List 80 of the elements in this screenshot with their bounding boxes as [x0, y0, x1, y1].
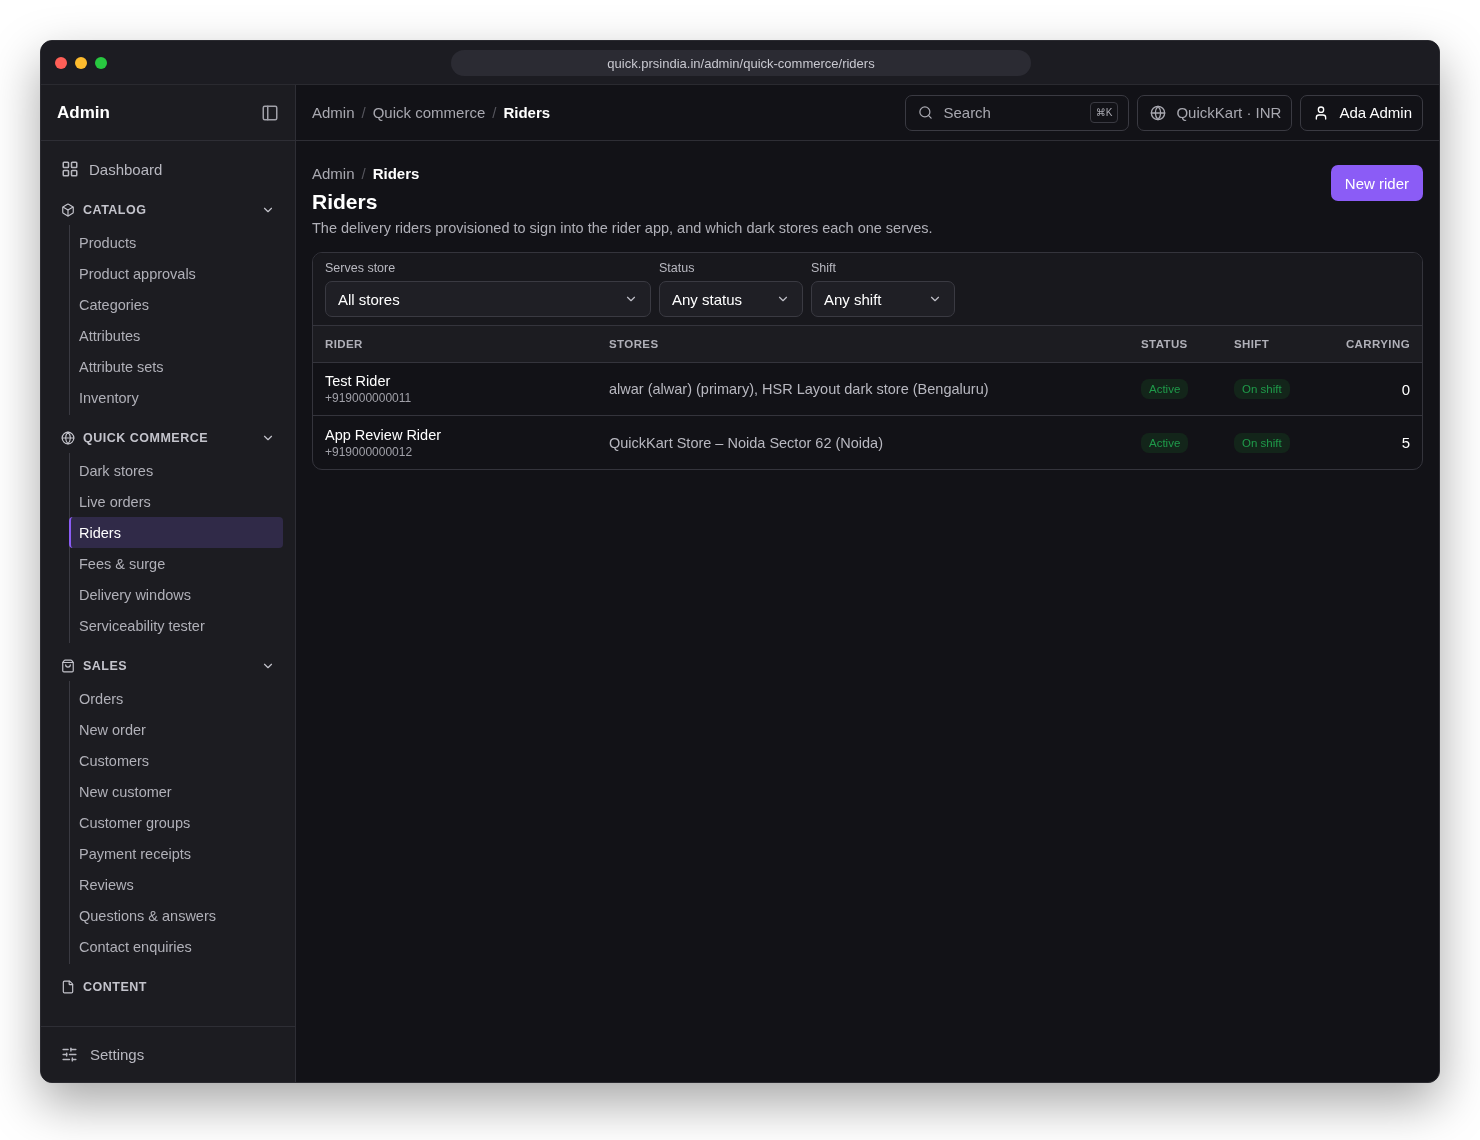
maximize-icon[interactable]	[95, 56, 107, 69]
nav-item[interactable]: Fees & surge	[69, 548, 283, 579]
box-icon	[61, 203, 75, 217]
nav-section-header[interactable]: CATALOG	[53, 195, 283, 225]
nav-item[interactable]: Product approvals	[69, 258, 283, 289]
nav-item[interactable]: Serviceability tester	[69, 610, 283, 641]
settings-icon	[61, 1046, 78, 1063]
user-menu[interactable]: Ada Admin	[1300, 94, 1423, 131]
nav-item[interactable]: Delivery windows	[69, 579, 283, 610]
shortcut-hint: ⌘K	[1089, 102, 1119, 123]
new-rider-button[interactable]: New rider	[1330, 165, 1423, 201]
bag-icon	[61, 659, 75, 673]
sidebar-toggle-icon[interactable]	[261, 103, 279, 122]
column-header: SHIFT	[1222, 326, 1342, 363]
nav-item[interactable]: New customer	[69, 776, 283, 807]
store-switcher[interactable]: QuickKart · INR	[1137, 94, 1293, 131]
globe-icon	[61, 431, 75, 445]
settings-link[interactable]: Settings	[41, 1026, 295, 1082]
filter-label: Serves store	[325, 261, 397, 275]
sidebar-title: Admin	[57, 102, 110, 123]
rider-name[interactable]: Test Rider	[325, 373, 391, 389]
breadcrumb-link[interactable]: Riders	[372, 165, 420, 182]
rider-name[interactable]: App Review Rider	[325, 426, 442, 443]
breadcrumb-link[interactable]: Admin	[312, 104, 355, 121]
breadcrumb-link[interactable]: Riders	[503, 104, 551, 121]
column-header: RIDER	[313, 326, 597, 363]
shift-badge: On shift	[1234, 432, 1290, 453]
status-badge: Active	[1141, 432, 1189, 453]
nav-item[interactable]: Payment receipts	[69, 838, 283, 869]
globe-icon	[1150, 104, 1167, 121]
filter-select[interactable]: Any status	[659, 281, 803, 317]
nav-item[interactable]: Questions & answers	[69, 900, 283, 931]
filter-select[interactable]: All stores	[325, 281, 651, 317]
column-header: STORES	[597, 326, 1129, 363]
carrying-count: 0	[1401, 380, 1410, 398]
stores-text: QuickKart Store – Noida Sector 62 (Noida)	[609, 434, 883, 451]
nav-item[interactable]: Customers	[69, 745, 283, 776]
nav-item[interactable]: Inventory	[69, 382, 283, 413]
grid-icon	[61, 160, 79, 178]
breadcrumb-separator: /	[361, 165, 366, 182]
address-bar[interactable]: quick.prsindia.in/admin/quick-commerce/riders	[451, 50, 1031, 76]
nav-item[interactable]: Categories	[69, 289, 283, 320]
close-icon[interactable]	[55, 56, 67, 69]
nav-item[interactable]: Products	[69, 227, 283, 258]
column-header: STATUS	[1129, 326, 1222, 363]
nav-item[interactable]: Attribute sets	[69, 351, 283, 382]
status-badge: Active	[1141, 379, 1189, 399]
nav-item[interactable]: Dashboard	[53, 151, 283, 187]
nav-item[interactable]: Live orders	[69, 486, 283, 517]
minimize-icon[interactable]	[75, 56, 87, 69]
breadcrumb-separator: /	[492, 104, 497, 121]
nav-item[interactable]: Customer groups	[69, 807, 283, 838]
search-input[interactable]: Search	[941, 103, 1082, 122]
breadcrumb-separator: /	[361, 104, 366, 121]
shift-badge: On shift	[1234, 379, 1290, 399]
search-icon	[918, 105, 934, 120]
column-header: CARRYING	[1342, 326, 1422, 363]
filter-select[interactable]: Any shift	[811, 281, 955, 317]
nav-item[interactable]: Contact enquiries	[69, 931, 283, 962]
page-title: Riders	[312, 190, 379, 214]
stores-text: alwar (alwar) (primary), HSR Layout dark store (Bengaluru)	[609, 381, 989, 397]
page-description: The delivery riders provisioned to sign into the rider app, and which dark stores each one serves.	[312, 220, 934, 236]
nav-section-header[interactable]: QUICK COMMERCE	[53, 423, 283, 453]
rider-phone: +919000000012	[325, 444, 413, 459]
search-field[interactable]: Search ⌘K	[905, 94, 1130, 131]
nav-item[interactable]: Riders	[69, 517, 283, 548]
nav-item[interactable]: Attributes	[69, 320, 283, 351]
nav-item[interactable]: Orders	[69, 683, 283, 714]
document-icon	[61, 980, 75, 994]
nav-item[interactable]: Reviews	[69, 869, 283, 900]
nav-section-header[interactable]: SALES	[53, 651, 283, 681]
nav-item[interactable]: Dark stores	[69, 455, 283, 486]
filter-label: Shift	[811, 261, 837, 275]
rider-phone: +919000000011	[325, 391, 412, 405]
filter-label: Status	[659, 261, 696, 275]
nav-section-header[interactable]: CONTENT	[53, 972, 283, 1002]
breadcrumb-link[interactable]: Quick commerce	[372, 104, 486, 121]
breadcrumb-link[interactable]: Admin	[312, 165, 355, 182]
nav-item[interactable]: New order	[69, 714, 283, 745]
carrying-count: 5	[1401, 434, 1410, 451]
